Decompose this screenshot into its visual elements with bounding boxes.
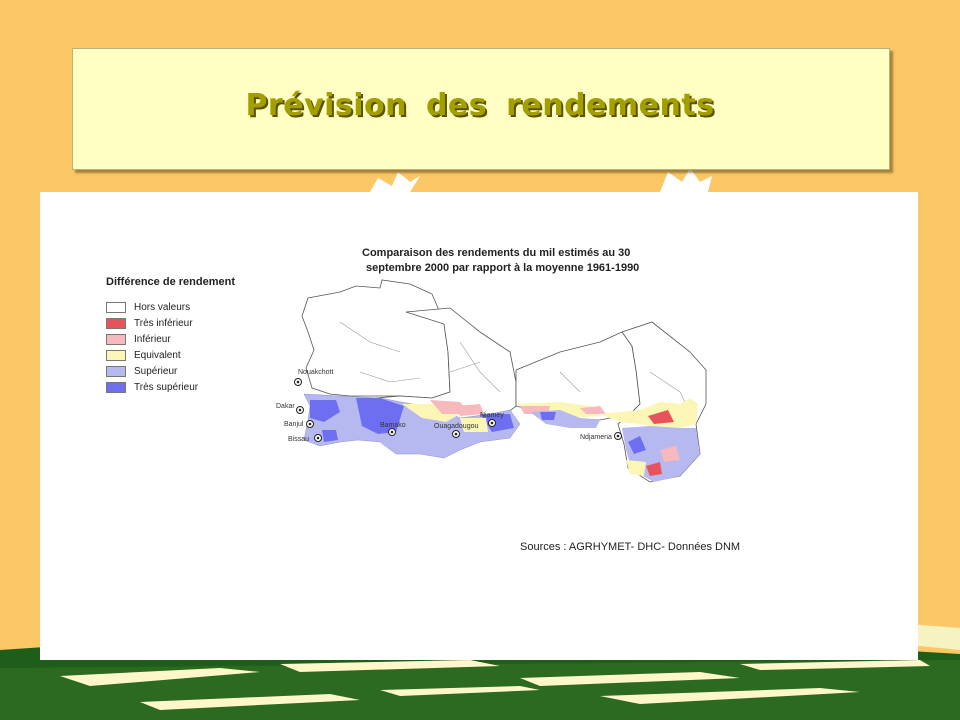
map-title-line2: septembre 2000 par rapport à la moyenne … [366,262,640,274]
map-title-line1: Comparaison des rendements du mil estimé… [362,247,631,259]
slide-title: Prévision des rendements [245,88,715,123]
zone-very-superior-niger [540,412,556,420]
svg-text:Bamako: Bamako [380,422,406,429]
legend-swatch [106,301,126,313]
legend-label: Equivalent [134,349,181,361]
legend-label: Très supérieur [134,381,199,393]
legend-swatch [106,349,126,361]
tree-silhouette-right [660,168,712,192]
legend-title: Différence de rendement [106,276,235,288]
zone-equivalent-chad-south [626,460,646,476]
tree-silhouette-left [370,172,420,192]
legend-item: Hors valeurs [106,299,198,315]
legend-item: Inférieur [106,331,198,347]
zone-very-superior-4 [322,430,338,442]
legend: Hors valeurs Très inférieur Inférieur Eq… [106,299,198,395]
svg-text:Dakar: Dakar [276,403,295,410]
map-title: Comparaison des rendements du mil estimé… [362,246,722,276]
legend-label: Supérieur [134,365,178,377]
svg-text:Ouagadougou: Ouagadougou [434,423,478,430]
city-ndjamena: Ndjamena [580,432,622,441]
legend-item: Equivalent [106,347,198,363]
sources-note: Sources : AGRHYMET- DHC- Données DNM [520,541,741,553]
legend-swatch [106,381,126,393]
legend-swatch [106,333,126,345]
country-mauritania [301,279,451,399]
map-panel: Nouakchott Dakar Banjul Bissau Bamako Ou… [40,192,918,660]
legend-item: Très supérieur [106,379,198,395]
city-dakar: Dakar [276,403,304,414]
svg-text:Ndjamena: Ndjamena [580,434,612,441]
legend-label: Hors valeurs [134,301,191,313]
legend-swatch [106,317,126,329]
city-banjul: Banjul [284,420,314,428]
legend-label: Très inférieur [134,317,193,329]
legend-item: Très inférieur [106,315,198,331]
legend-label: Inférieur [134,333,171,345]
svg-text:Banjul: Banjul [284,421,304,428]
svg-text:Bissau: Bissau [288,436,309,443]
svg-text:Niamey: Niamey [480,412,504,419]
svg-text:Nouakchott: Nouakchott [298,369,333,376]
legend-item: Supérieur [106,363,198,379]
legend-swatch [106,365,126,377]
